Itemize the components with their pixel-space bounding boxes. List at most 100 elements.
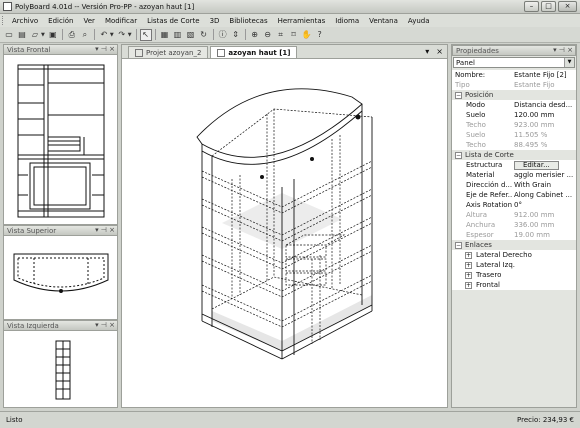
tab-label: azoyan haut [1] [228,48,291,57]
menu-modificar[interactable]: Modificar [100,17,142,25]
expand-icon[interactable]: + [465,261,472,269]
edit-structure-button[interactable]: Editar... [514,160,559,170]
prop-row-direccion[interactable]: Dirección d... With Grain [452,180,576,190]
tab-projet-azoyan-2[interactable]: Projet azoyan_2 [128,46,209,58]
help-icon[interactable]: ? [314,29,326,41]
prop-row-altura: Altura 912.00 mm [452,210,576,220]
pan-hand-icon[interactable]: ✋ [301,29,313,41]
tab-azoyan-haut[interactable]: azoyan haut [1] [210,46,298,58]
menu-idioma[interactable]: Idioma [330,17,364,25]
plinth-shading [212,295,372,351]
menu-ver[interactable]: Ver [79,17,100,25]
print-preview-icon[interactable]: ⌕ [79,29,91,41]
app-icon [3,2,12,11]
info-icon[interactable]: ⓘ [217,29,229,41]
link-frontal[interactable]: + Frontal [452,280,576,290]
menu-bibliotecas[interactable]: Bibliotecas [224,17,272,25]
title-bar: PolyBoard 4.01d -- Versión Pro-PP - azoy… [0,0,580,14]
expand-icon[interactable]: + [465,251,472,259]
rotate-icon[interactable]: ↻ [198,29,210,41]
top-view-canvas[interactable] [3,236,118,320]
open-dropdown-icon[interactable]: ▼ [41,32,45,38]
redo-icon[interactable]: ↷ [116,29,128,41]
new-project-icon[interactable]: ▤ [16,29,28,41]
category-posicion[interactable]: − Posición [452,90,576,100]
prop-row-material[interactable]: Material agglo merisier ... [452,170,576,180]
3d-cabinet-viewport[interactable] [122,59,447,407]
menu-ayuda[interactable]: Ayuda [403,17,435,25]
link-lateral-derecho[interactable]: + Lateral Derecho [452,250,576,260]
expand-icon[interactable]: + [465,281,472,289]
collapse-icon[interactable]: − [455,151,462,159]
front-view-pin-close[interactable]: ▾ ⊣ × [95,45,115,53]
redo-dropdown-icon[interactable]: ▼ [128,32,132,38]
zoom-in-icon[interactable]: ⊕ [249,29,261,41]
top-view-pin-close[interactable]: ▾ ⊣ × [95,226,115,234]
expand-icon[interactable]: + [465,271,472,279]
new-file-icon[interactable]: ▭ [3,29,15,41]
top-view-panel: Vista Superior ▾ ⊣ × [3,225,118,320]
prop-row-anchura: Anchura 336.00 mm [452,220,576,230]
zoom-extents-icon[interactable]: ⌑ [288,29,300,41]
collapse-icon[interactable]: − [455,241,462,249]
properties-panel: Propiedades ▾ ⊣ × Panel ▼ Nombre: Estant… [451,44,577,408]
status-text: Listo [6,416,23,424]
prop-row-suelo-percent: Suelo 11.505 % [452,130,576,140]
views-column: Vista Frontal ▾ ⊣ × Vista Superior ▾ ⊣ ×… [3,44,118,408]
menu-bar: Archivo Edición Ver Modificar Listas de … [0,14,580,27]
select-tool-icon[interactable]: ↖ [139,28,152,41]
menu-3d[interactable]: 3D [205,17,225,25]
close-tab-icon[interactable]: × [436,47,443,56]
menu-ventana[interactable]: Ventana [364,17,403,25]
close-window-button[interactable]: × [558,1,577,12]
prop-row-modo[interactable]: Modo Distancia desd... [452,100,576,110]
menu-edicion[interactable]: Edición [43,17,78,25]
left-view-drawing [55,340,71,400]
menu-grip [2,16,5,25]
view-front-icon[interactable]: ▦ [159,29,171,41]
front-view-panel: Vista Frontal ▾ ⊣ × [3,44,118,225]
collapse-icon[interactable]: − [455,91,462,99]
left-view-canvas[interactable] [3,331,118,408]
category-enlaces[interactable]: − Enlaces [452,240,576,250]
left-view-panel: Vista Izquierda ▾ ⊣ × [3,320,118,408]
prop-row-nombre[interactable]: Nombre: Estante Fijo [2] [452,70,576,80]
tab-list-dropdown[interactable]: ▾ [425,47,429,56]
properties-pin-close[interactable]: ▾ ⊣ × [553,46,573,54]
properties-header: Propiedades ▾ ⊣ × [452,45,576,56]
chevron-down-icon[interactable]: ▼ [564,58,574,67]
prop-row-axis-rotation[interactable]: Axis Rotation 0° [452,200,576,210]
menu-listas-de-corte[interactable]: Listas de Corte [142,17,204,25]
hinge-marker [355,114,361,120]
category-lista-de-corte[interactable]: − Lista de Corte [452,150,576,160]
top-view-drawing [13,253,109,293]
toolbar: ▭ ▤ ▱ ▼ ▣ ⎙ ⌕ ↶ ▼ ↷ ▼ ↖ ▦ ▥ ▧ ↻ ⓘ ⇕ ⊕ ⊖ … [0,27,580,43]
undo-icon[interactable]: ↶ [98,29,110,41]
copy-panel-icon[interactable]: ▧ [185,29,197,41]
undo-dropdown-icon[interactable]: ▼ [110,32,114,38]
top-view-title: Vista Superior [7,226,57,235]
link-lateral-izq[interactable]: + Lateral Izq. [452,260,576,270]
prop-row-techo: Techo 923.00 mm [452,120,576,130]
front-view-canvas[interactable] [3,55,118,225]
zoom-out-icon[interactable]: ⊖ [262,29,274,41]
print-icon[interactable]: ⎙ [66,29,78,41]
link-trasero[interactable]: + Trasero [452,270,576,280]
window-title: PolyBoard 4.01d -- Versión Pro-PP - azoy… [15,2,195,11]
measure-icon[interactable]: ⇕ [230,29,242,41]
prop-row-eje-referencia[interactable]: Eje de Refer... Along Cabinet ... [452,190,576,200]
prop-row-suelo[interactable]: Suelo 120.00 mm [452,110,576,120]
prop-row-techo-percent: Techo 88.495 % [452,140,576,150]
menu-herramientas[interactable]: Herramientas [273,17,331,25]
front-view-header: Vista Frontal ▾ ⊣ × [3,44,118,55]
save-icon[interactable]: ▣ [47,29,59,41]
minimize-button[interactable]: – [524,1,539,12]
hinge-marker [260,175,264,179]
left-view-pin-close[interactable]: ▾ ⊣ × [95,321,115,329]
menu-archivo[interactable]: Archivo [7,17,43,25]
object-type-select[interactable]: Panel ▼ [453,57,575,68]
maximize-button[interactable]: □ [541,1,556,12]
view-side-icon[interactable]: ▥ [172,29,184,41]
open-folder-icon[interactable]: ▱ [29,29,41,41]
zoom-window-icon[interactable]: ⌗ [275,29,287,41]
